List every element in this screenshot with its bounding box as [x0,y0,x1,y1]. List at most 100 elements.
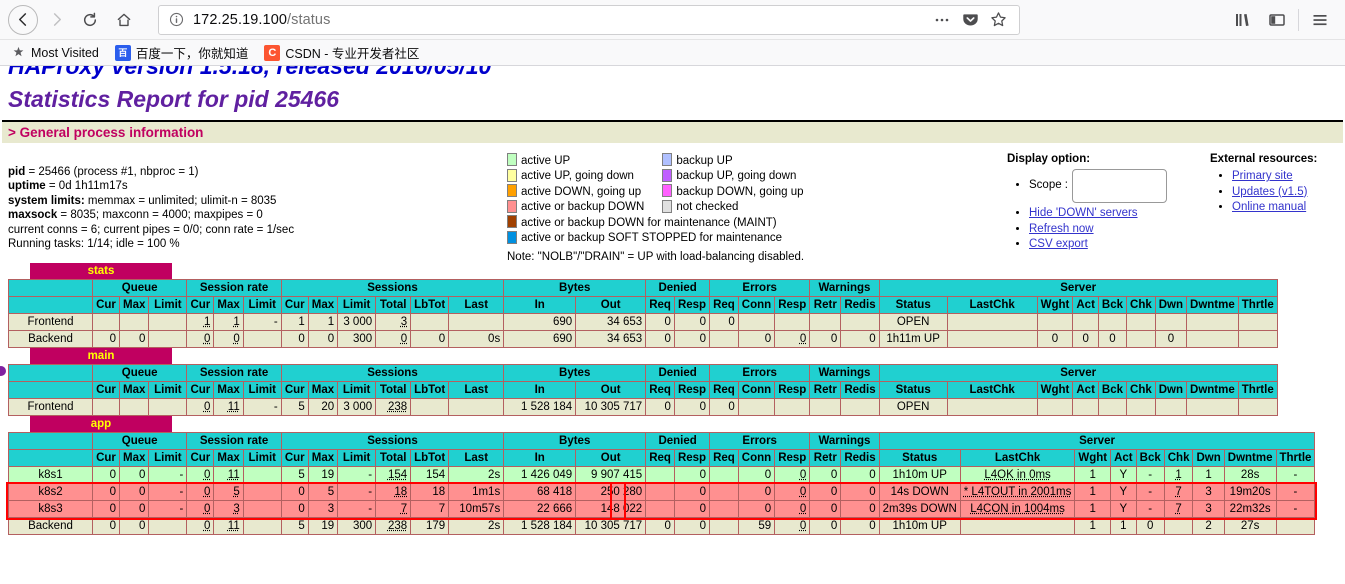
proxy-title[interactable]: stats [30,263,172,279]
reload-button[interactable] [74,4,106,36]
col-header-max-8[interactable]: Max [307,449,339,467]
col-header-cur-1[interactable]: Cur [92,449,120,467]
col-header-retr-20[interactable]: Retr [809,449,842,467]
col-header-lastchk-23[interactable]: LastChk [946,381,1038,399]
row-name[interactable]: Backend [8,330,93,348]
table-row[interactable]: k8s1 0 0-0 11 5 19-154 154 2s 1 426 049 9 907 415… [8,466,1316,484]
col-header-resp-16[interactable]: Resp [673,449,711,467]
col-header-cur-1[interactable]: Cur [92,381,120,399]
col-header-bck-26[interactable]: Bck [1097,296,1128,314]
col-header-dwn-28[interactable]: Dwn [1192,449,1225,467]
col-header-total-10[interactable]: Total [375,381,412,399]
sidebar-icon[interactable] [1260,4,1294,36]
table-row[interactable]: k8s3 0 0-0 3 0 3-7 7 10m57s 22 666 148 022 0 0 0 0 0 2m… [8,500,1316,518]
csv-export-link[interactable]: CSV export [1029,238,1088,250]
col-header-resp-16[interactable]: Resp [673,296,711,314]
pocket-icon[interactable] [957,7,983,33]
star-bookmark-icon[interactable] [985,7,1011,33]
row-name[interactable]: Frontend [8,313,93,331]
col-header-lastchk-23[interactable]: LastChk [946,296,1038,314]
col-header-retr-20[interactable]: Retr [809,296,842,314]
col-header-name-0[interactable] [8,296,93,314]
col-header-thrtle-30[interactable]: Thrtle [1237,381,1278,399]
col-header-lbtot-11[interactable]: LbTot [410,381,450,399]
row-name[interactable]: Frontend [8,398,93,416]
col-header-cur-4[interactable]: Cur [186,296,215,314]
col-header-act-25[interactable]: Act [1072,296,1099,314]
col-header-out-14[interactable]: Out [575,381,647,399]
col-header-redis-21[interactable]: Redis [840,296,880,314]
url-bar[interactable]: 172.25.19.100/status [158,4,1020,35]
row-name[interactable]: k8s2 [8,483,93,501]
col-header-name-0[interactable] [8,381,93,399]
col-header-cur-4[interactable]: Cur [186,449,215,467]
primary-site-link[interactable]: Primary site [1232,170,1293,182]
col-header-out-14[interactable]: Out [575,449,647,467]
col-header-total-10[interactable]: Total [375,296,412,314]
col-header-dwn-28[interactable]: Dwn [1154,296,1188,314]
col-header-redis-21[interactable]: Redis [840,449,880,467]
proxy-title[interactable]: app [30,416,172,432]
col-header-max-2[interactable]: Max [118,296,150,314]
col-header-dwn-28[interactable]: Dwn [1154,381,1188,399]
table-row[interactable]: Backend 0 0 0 11 5 19 300 238 179 2s 1 528 184 10 30… [8,517,1316,535]
col-header-max-8[interactable]: Max [307,296,339,314]
col-header-in-13[interactable]: In [503,296,577,314]
col-header-cur-7[interactable]: Cur [280,296,309,314]
row-name[interactable]: k8s1 [8,466,93,484]
col-header-name-0[interactable] [8,449,93,467]
home-button[interactable] [108,4,140,36]
updates-item[interactable]: Updates (v1.5) [1232,185,1317,201]
col-header-conn-18[interactable]: Conn [737,381,776,399]
col-header-status-22[interactable]: Status [878,381,948,399]
col-header-dwntme-29[interactable]: Dwntme [1186,381,1239,399]
col-header-cur-7[interactable]: Cur [280,449,309,467]
col-header-out-14[interactable]: Out [575,296,647,314]
refresh-now-item[interactable]: Refresh now [1029,222,1167,238]
col-header-limit-3[interactable]: Limit [148,381,188,399]
col-header-max-5[interactable]: Max [213,296,244,314]
col-header-resp-16[interactable]: Resp [673,381,711,399]
col-header-resp-19[interactable]: Resp [774,449,811,467]
col-header-max-5[interactable]: Max [213,381,244,399]
row-name[interactable]: Backend [8,517,93,535]
col-header-lastchk-23[interactable]: LastChk [959,449,1076,467]
col-header-cur-4[interactable]: Cur [186,381,215,399]
bookmark-baidu[interactable]: 百 百度一下，你就知道 [114,43,248,62]
table-row[interactable]: k8s2 0 0-0 5 0 5-18 18 1m1s 68 418 250 280 0 0 0 0 0 14… [8,483,1316,501]
proxy-title[interactable]: main [30,348,172,364]
col-header-dwntme-29[interactable]: Dwntme [1186,296,1239,314]
col-header-req-15[interactable]: Req [645,296,675,314]
bookmark-most-visited[interactable]: Most Visited [10,45,99,61]
col-header-bck-26[interactable]: Bck [1135,449,1165,467]
back-button[interactable] [8,4,38,35]
col-header-status-22[interactable]: Status [878,449,961,467]
table-row[interactable]: Backend 0 0 0 0 0 0 300 0 0 0s 690 34 653 0 0 0 0 0 0 1h11m… [8,330,1278,348]
col-header-in-13[interactable]: In [503,381,577,399]
primary-site-item[interactable]: Primary site [1232,169,1317,185]
csv-export-item[interactable]: CSV export [1029,237,1167,253]
ellipsis-icon[interactable] [929,7,955,33]
hamburger-menu-icon[interactable] [1303,4,1337,36]
col-header-limit-6[interactable]: Limit [242,381,282,399]
col-header-req-17[interactable]: Req [709,296,739,314]
col-header-conn-18[interactable]: Conn [737,449,776,467]
url-text[interactable]: 172.25.19.100/status [193,12,929,28]
col-header-limit-9[interactable]: Limit [337,296,377,314]
col-header-last-12[interactable]: Last [448,296,505,314]
col-header-wght-24[interactable]: Wght [1036,381,1074,399]
col-header-resp-19[interactable]: Resp [774,381,811,399]
page-info-icon[interactable] [167,11,185,29]
col-header-act-25[interactable]: Act [1110,449,1137,467]
col-header-limit-9[interactable]: Limit [337,449,377,467]
col-header-cur-7[interactable]: Cur [280,381,309,399]
row-name[interactable]: k8s3 [8,500,93,518]
col-header-req-15[interactable]: Req [645,381,675,399]
col-header-req-17[interactable]: Req [709,381,739,399]
col-header-limit-3[interactable]: Limit [148,449,188,467]
col-header-last-12[interactable]: Last [448,381,505,399]
col-header-wght-24[interactable]: Wght [1074,449,1112,467]
col-header-bck-26[interactable]: Bck [1097,381,1128,399]
col-header-max-5[interactable]: Max [213,449,244,467]
col-header-in-13[interactable]: In [503,449,577,467]
